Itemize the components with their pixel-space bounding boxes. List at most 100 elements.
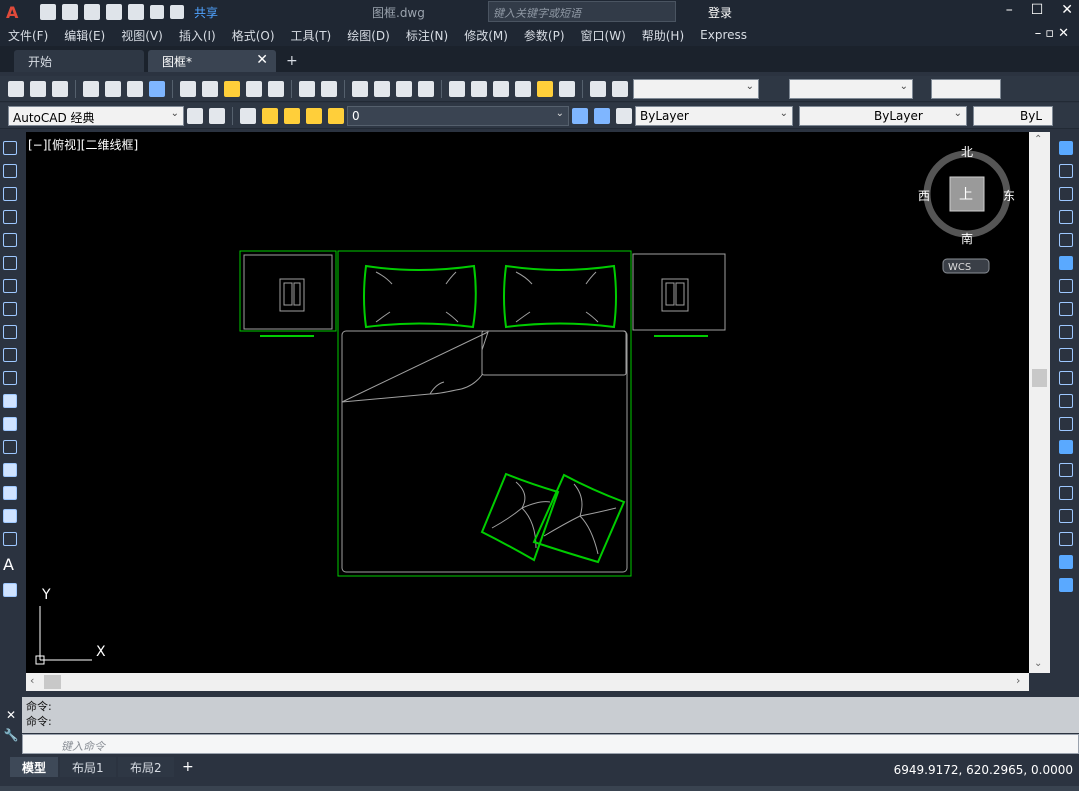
tab-layout2[interactable]: 布局2 — [118, 757, 174, 777]
extend-icon[interactable] — [1059, 371, 1073, 385]
construction-line-icon[interactable] — [3, 164, 17, 178]
hatch-icon[interactable] — [3, 463, 17, 477]
spline-icon[interactable] — [3, 325, 17, 339]
view-cube[interactable] — [923, 150, 1011, 274]
explode-icon[interactable] — [1059, 532, 1073, 546]
move-icon[interactable] — [1059, 256, 1073, 270]
minimize-icon[interactable]: – — [1006, 2, 1013, 18]
coordinate-readout[interactable]: 6949.9172, 620.2965, 0.0000 — [894, 763, 1073, 777]
close-tab-icon[interactable]: ✕ — [256, 52, 268, 68]
login-button[interactable]: 登录 — [708, 4, 732, 21]
compass-south[interactable]: 南 — [961, 230, 973, 247]
layer-previous-icon[interactable] — [594, 107, 610, 124]
open-file-icon[interactable] — [62, 4, 78, 20]
layer-state-icon[interactable] — [616, 107, 632, 124]
pan-icon[interactable] — [352, 80, 368, 97]
scrollbar-thumb[interactable] — [1032, 369, 1047, 387]
maximize-icon[interactable]: ☐ — [1031, 2, 1044, 18]
workspace-lock-icon[interactable] — [209, 107, 225, 124]
paste-icon[interactable] — [224, 80, 240, 97]
sheet-set-icon[interactable] — [515, 80, 531, 97]
sun-icon[interactable] — [284, 107, 300, 124]
chamfer-icon[interactable] — [1059, 463, 1073, 477]
compass-west[interactable]: 西 — [918, 187, 930, 204]
print-icon[interactable] — [128, 4, 144, 20]
view-cube-top-face[interactable]: 上 — [959, 184, 973, 204]
table-icon[interactable] — [3, 532, 17, 546]
undo-icon[interactable] — [299, 80, 315, 97]
rectangle-icon[interactable] — [3, 233, 17, 247]
ellipse-arc-icon[interactable] — [3, 371, 17, 385]
help-icon[interactable] — [590, 80, 606, 97]
scroll-left-icon[interactable]: ‹ — [30, 674, 34, 687]
join-icon[interactable] — [1059, 440, 1073, 454]
design-center-icon[interactable] — [471, 80, 487, 97]
stretch-icon[interactable] — [1059, 325, 1073, 339]
make-block-icon[interactable] — [3, 417, 17, 431]
menu-view[interactable]: 视图(V) — [113, 27, 171, 44]
zoom-realtime-icon[interactable] — [374, 80, 390, 97]
linetype-dropdown[interactable]: ByLayer ⌄ — [799, 105, 967, 126]
markup-icon[interactable] — [537, 80, 553, 97]
scroll-down-icon[interactable]: ⌄ — [1034, 658, 1042, 669]
polygon-icon[interactable] — [3, 210, 17, 224]
break-at-point-icon[interactable] — [1059, 394, 1073, 408]
tab-layout1[interactable]: 布局1 — [60, 757, 116, 777]
menu-draw[interactable]: 绘图(D) — [339, 27, 398, 44]
menu-file[interactable]: 文件(F) — [0, 27, 56, 44]
zoom-previous-icon[interactable] — [418, 80, 434, 97]
ellipse-icon[interactable] — [3, 348, 17, 362]
redo-icon[interactable] — [170, 5, 184, 19]
trim-icon[interactable] — [1059, 348, 1073, 362]
erase-icon[interactable] — [1059, 141, 1073, 155]
command-input[interactable]: 键入命令 — [22, 734, 1079, 754]
mirror-icon[interactable] — [1059, 187, 1073, 201]
3d-dwf-icon[interactable] — [149, 80, 165, 97]
open-icon[interactable] — [30, 80, 46, 97]
region-icon[interactable] — [3, 509, 17, 523]
multiline-text-icon[interactable]: A — [3, 555, 20, 574]
share-button[interactable]: 共享 — [194, 4, 218, 21]
menu-help[interactable]: 帮助(H) — [634, 27, 692, 44]
polyline-icon[interactable] — [3, 187, 17, 201]
drawing-canvas[interactable]: [−][俯视][二维线框] Y X 北 南 西 东 上 WCS — [26, 132, 1029, 673]
copy-icon[interactable] — [202, 80, 218, 97]
doc-window-controls[interactable]: –▫✕ — [1035, 26, 1073, 41]
workspace-dropdown[interactable]: AutoCAD 经典 ⌄ — [8, 105, 184, 126]
cut-icon[interactable] — [180, 80, 196, 97]
match-properties-icon[interactable] — [246, 80, 262, 97]
close-icon[interactable]: ✕ — [1061, 2, 1073, 18]
save-as-icon[interactable] — [106, 4, 122, 20]
break-icon[interactable] — [1059, 417, 1073, 431]
copy-object-icon[interactable] — [1059, 164, 1073, 178]
menu-parametric[interactable]: 参数(P) — [516, 27, 573, 44]
menu-edit[interactable]: 编辑(E) — [56, 27, 113, 44]
calculator-icon[interactable] — [559, 80, 575, 97]
save-icon[interactable] — [52, 80, 68, 97]
autocad-logo-icon[interactable]: A — [6, 3, 22, 22]
insert-block-icon[interactable] — [3, 394, 17, 408]
gear-icon[interactable] — [187, 107, 203, 124]
publish-icon[interactable] — [127, 80, 143, 97]
menu-express[interactable]: Express — [692, 28, 755, 42]
draw-order-icon[interactable] — [1059, 555, 1073, 569]
scroll-up-icon[interactable]: ⌃ — [1034, 134, 1042, 145]
save-icon[interactable] — [84, 4, 100, 20]
scrollbar-thumb[interactable] — [44, 675, 61, 689]
gradient-icon[interactable] — [3, 486, 17, 500]
menu-tools[interactable]: 工具(T) — [283, 27, 340, 44]
block-editor-icon[interactable] — [268, 80, 284, 97]
text-style-icon[interactable] — [612, 80, 628, 97]
rotate-icon[interactable] — [1059, 279, 1073, 293]
new-icon[interactable] — [8, 80, 24, 97]
add-selected-icon[interactable] — [3, 583, 17, 597]
menu-format[interactable]: 格式(O) — [224, 27, 283, 44]
zoom-window-icon[interactable] — [396, 80, 412, 97]
compass-north[interactable]: 北 — [961, 143, 973, 160]
scroll-right-icon[interactable]: › — [1016, 674, 1020, 687]
lineweight-dropdown[interactable]: ByL — [973, 105, 1053, 126]
search-input[interactable]: 键入关键字或短语 — [488, 1, 676, 22]
offset-icon[interactable] — [1059, 210, 1073, 224]
menu-window[interactable]: 窗口(W) — [573, 27, 634, 44]
make-current-icon[interactable] — [572, 107, 588, 124]
